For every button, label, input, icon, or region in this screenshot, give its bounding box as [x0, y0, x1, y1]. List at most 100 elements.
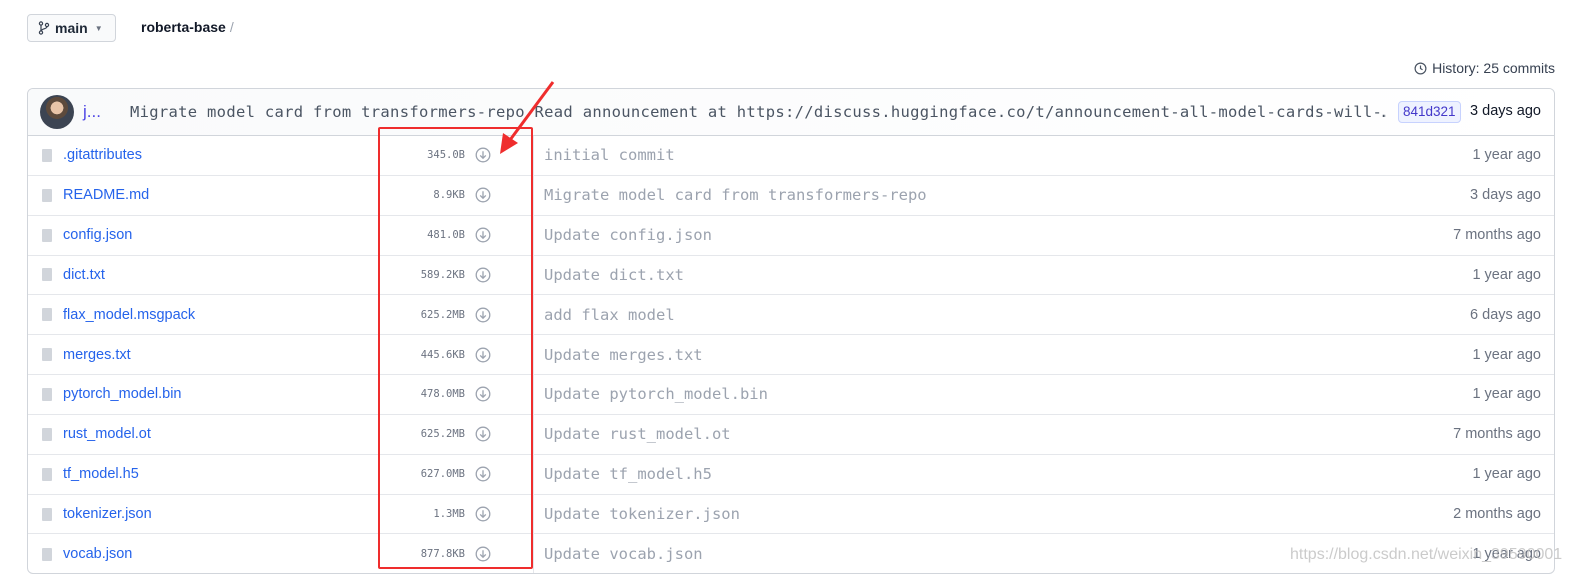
file-size: 8.9KB	[433, 189, 465, 202]
breadcrumb-separator: /	[229, 19, 234, 35]
commit-message: Migrate model card from transformers-rep…	[130, 103, 1386, 121]
file-name-link[interactable]: .gitattributes	[63, 147, 142, 163]
file-commit-message[interactable]: Update rust_model.ot	[544, 425, 731, 443]
download-icon[interactable]	[475, 506, 491, 522]
file-commit-message[interactable]: Migrate model card from transformers-rep…	[544, 186, 927, 204]
file-icon	[42, 228, 52, 242]
file-name-link[interactable]: tf_model.h5	[63, 466, 139, 482]
file-date: 1 year ago	[1472, 466, 1541, 483]
history-link[interactable]: History: 25 commits	[1414, 60, 1555, 76]
file-icon	[42, 308, 52, 322]
table-row: pytorch_model.bin 478.0MB Update pytorch…	[28, 375, 1554, 415]
file-size: 1.3MB	[433, 508, 465, 521]
column-divider	[533, 375, 534, 414]
file-icon	[42, 348, 52, 362]
download-icon[interactable]	[475, 307, 491, 323]
file-size: 589.2KB	[420, 268, 465, 281]
file-size: 345.0B	[427, 149, 465, 162]
column-divider	[533, 494, 534, 534]
column-divider	[533, 175, 534, 215]
file-name-link[interactable]: rust_model.ot	[63, 426, 151, 442]
file-size: 625.2MB	[420, 308, 465, 321]
chevron-down-icon: ▼	[94, 23, 103, 33]
file-size: 481.0B	[427, 229, 465, 242]
file-commit-message[interactable]: Update vocab.json	[544, 545, 703, 563]
file-name-link[interactable]: tokenizer.json	[63, 506, 152, 522]
file-date: 1 year ago	[1472, 346, 1541, 363]
file-date: 1 year ago	[1472, 147, 1541, 164]
file-icon	[42, 268, 52, 282]
table-row: dict.txt 589.2KB Update dict.txt 1 year …	[28, 255, 1554, 296]
file-commit-message[interactable]: Update dict.txt	[544, 266, 684, 284]
column-divider	[533, 534, 534, 573]
file-name-link[interactable]: flax_model.msgpack	[63, 307, 195, 323]
file-table: j... Migrate model card from transformer…	[27, 88, 1555, 574]
breadcrumb: roberta-base /	[141, 19, 234, 35]
file-name-link[interactable]: vocab.json	[63, 546, 132, 562]
file-icon	[42, 387, 52, 401]
file-name-link[interactable]: merges.txt	[63, 347, 131, 363]
file-size: 478.0MB	[420, 388, 465, 401]
file-name-link[interactable]: dict.txt	[63, 267, 105, 283]
table-row: flax_model.msgpack 625.2MB add flax mode…	[28, 295, 1554, 336]
download-icon[interactable]	[475, 386, 491, 402]
file-icon	[42, 507, 52, 521]
column-divider	[533, 255, 534, 295]
file-icon	[42, 467, 52, 481]
file-size: 627.0MB	[420, 468, 465, 481]
file-icon	[42, 148, 52, 162]
file-icon	[42, 547, 52, 561]
file-commit-message[interactable]: Update tf_model.h5	[544, 465, 712, 483]
commit-sha[interactable]: 841d321	[1398, 101, 1461, 123]
file-name-link[interactable]: config.json	[63, 227, 132, 243]
file-date: 7 months ago	[1453, 227, 1541, 244]
commit-author[interactable]: j...	[83, 102, 101, 122]
table-row: .gitattributes 345.0B initial commit 1 y…	[28, 136, 1554, 176]
history-label: History: 25 commits	[1432, 60, 1555, 76]
column-divider	[533, 454, 534, 494]
file-icon	[42, 188, 52, 202]
file-commit-message[interactable]: Update pytorch_model.bin	[544, 385, 768, 403]
download-icon[interactable]	[475, 347, 491, 363]
file-name-link[interactable]: pytorch_model.bin	[63, 386, 182, 402]
column-divider	[533, 136, 534, 175]
branch-selector[interactable]: main ▼	[27, 14, 116, 42]
download-icon[interactable]	[475, 267, 491, 283]
file-commit-message[interactable]: initial commit	[544, 146, 675, 164]
file-commit-message[interactable]: Update merges.txt	[544, 346, 703, 364]
repo-name[interactable]: roberta-base	[141, 19, 226, 35]
file-size: 445.6KB	[420, 348, 465, 361]
file-date: 1 year ago	[1472, 266, 1541, 283]
download-icon[interactable]	[475, 466, 491, 482]
column-divider	[533, 414, 534, 454]
column-divider	[533, 215, 534, 255]
file-commit-message[interactable]: Update config.json	[544, 226, 712, 244]
file-date: 2 months ago	[1453, 506, 1541, 523]
file-date: 3 days ago	[1470, 187, 1541, 204]
table-row: config.json 481.0B Update config.json 7 …	[28, 215, 1554, 256]
file-commit-message[interactable]: Update tokenizer.json	[544, 505, 740, 523]
git-branch-icon	[38, 21, 50, 35]
file-size: 877.8KB	[420, 548, 465, 561]
file-date: 7 months ago	[1453, 426, 1541, 443]
table-row: merges.txt 445.6KB Update merges.txt 1 y…	[28, 335, 1554, 376]
download-icon[interactable]	[475, 227, 491, 243]
download-icon[interactable]	[475, 546, 491, 562]
file-name-link[interactable]: README.md	[63, 187, 149, 203]
download-icon[interactable]	[475, 147, 491, 163]
table-row: rust_model.ot 625.2MB Update rust_model.…	[28, 414, 1554, 455]
download-icon[interactable]	[475, 426, 491, 442]
download-icon[interactable]	[475, 187, 491, 203]
file-list: .gitattributes 345.0B initial commit 1 y…	[28, 136, 1554, 573]
file-date: 6 days ago	[1470, 306, 1541, 323]
column-divider	[533, 295, 534, 335]
watermark: https://blog.csdn.net/weixin_39590001	[1290, 546, 1563, 563]
avatar[interactable]	[40, 95, 74, 129]
branch-name: main	[55, 20, 88, 36]
table-row: tf_model.h5 627.0MB Update tf_model.h5 1…	[28, 454, 1554, 495]
file-icon	[42, 427, 52, 441]
file-commit-message[interactable]: add flax model	[544, 306, 675, 324]
clock-icon	[1414, 62, 1427, 74]
commit-date: 3 days ago	[1470, 103, 1541, 119]
file-date: 1 year ago	[1472, 386, 1541, 403]
